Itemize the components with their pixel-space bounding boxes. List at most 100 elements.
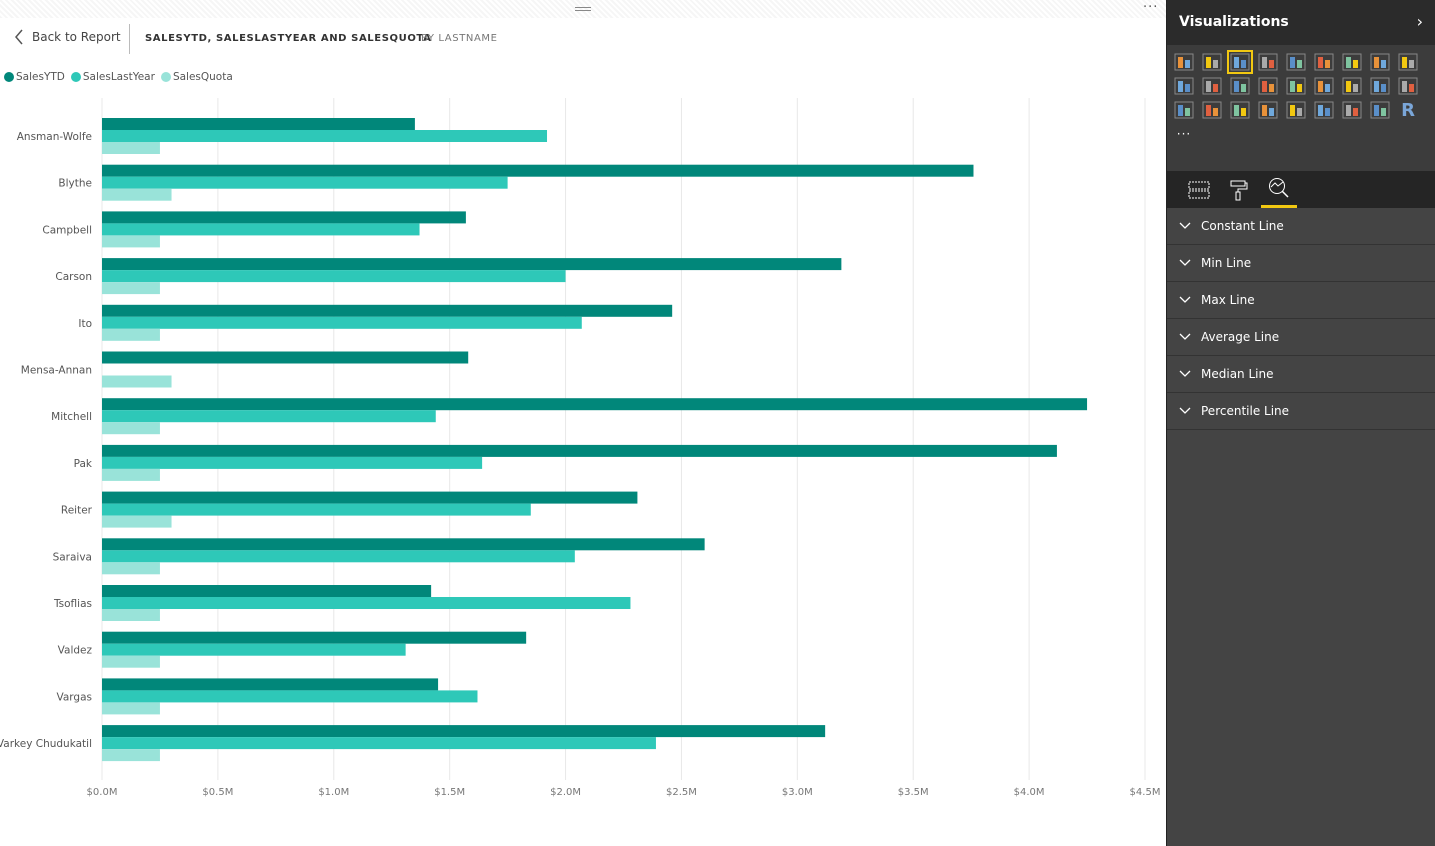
x-tick-label: $0.0M [87,787,118,798]
bar-salesytd-tsoflias[interactable] [102,585,432,597]
viz-ribbon-icon[interactable] [1229,76,1251,96]
bar-salesytd-ansman-wolfe[interactable] [102,118,415,130]
bar-saleslastyear-mitchell[interactable] [102,410,436,423]
item-label: Min Line [1201,256,1252,270]
analytics-item-constant-line[interactable]: Constant Line [1167,208,1435,245]
item-label: Median Line [1201,367,1274,381]
bar-salesquota-ito[interactable] [102,328,160,341]
bar-salesquota-vargas[interactable] [102,702,160,715]
drag-strip[interactable] [0,0,1166,18]
bar-saleslastyear-campbell[interactable] [102,223,420,236]
item-label: Constant Line [1201,219,1284,233]
bar-salesytd-pak[interactable] [102,444,1057,457]
bar-salesytd-valdez[interactable] [102,631,527,644]
legend-label: SalesYTD [16,71,65,83]
viz-100-stacked-column-icon[interactable] [1313,52,1335,72]
analytics-item-percentile-line[interactable]: Percentile Line [1167,393,1435,430]
viz-treemap-icon[interactable] [1313,76,1335,96]
bar-saleslastyear-reiter[interactable] [102,503,531,516]
viz-100-stacked-bar-icon[interactable] [1285,52,1307,72]
category-label: Ito [78,318,92,330]
bar-salesytd-mitchell[interactable] [102,398,1088,411]
viz-area-icon[interactable] [1369,52,1391,72]
viz-stacked-bar-icon[interactable] [1173,52,1195,72]
bar-salesquota-valdez[interactable] [102,655,160,668]
bar-salesquota-tsoflias[interactable] [102,609,160,621]
bar-salesytd-mensa-annan[interactable] [102,351,469,364]
viz-clustered-column-icon[interactable] [1257,52,1279,72]
viz-slicer-icon[interactable] [1341,100,1363,120]
tab-fields[interactable] [1181,171,1217,208]
bar-saleslastyear-vargas[interactable] [102,690,478,703]
bar-salesquota-reiter[interactable] [102,515,172,528]
category-label: Varkey Chudukatil [0,738,92,750]
bar-saleslastyear-tsoflias[interactable] [102,597,631,609]
legend-item-salesquota[interactable]: SalesQuota [160,71,233,83]
viz-kpi-icon[interactable] [1313,100,1335,120]
viz-card-icon[interactable] [1285,100,1307,120]
bar-salesytd-campbell[interactable] [102,211,466,224]
bar-salesquota-blythe[interactable] [102,188,172,201]
bar-salesquota-varkey-chudukatil[interactable] [102,749,160,762]
legend-item-saleslastyear[interactable]: SalesLastYear [70,71,155,83]
bar-salesquota-mitchell[interactable] [102,422,160,435]
viz-matrix-icon[interactable] [1397,76,1419,96]
bar-salesquota-saraiva[interactable] [102,562,160,575]
bar-saleslastyear-saraiva[interactable] [102,550,575,563]
chevron-down-icon [1179,333,1191,340]
viz-line-icon[interactable] [1341,52,1363,72]
category-label: Mensa-Annan [21,365,92,377]
viz-scatter-icon[interactable] [1257,76,1279,96]
legend-dot [4,72,14,82]
viz-line-clustered-column-icon[interactable] [1201,76,1223,96]
viz-r-script-icon[interactable]: R [1397,100,1419,121]
more-options-icon[interactable]: ··· [1143,0,1158,15]
viz-stacked-column-icon[interactable] [1201,52,1223,72]
viz-clustered-bar-icon[interactable] [1227,50,1253,74]
viz-multirow-card-icon[interactable] [1257,100,1279,120]
viz-pie-icon[interactable] [1285,76,1307,96]
tab-format[interactable] [1221,171,1257,208]
chevron-right-icon[interactable]: › [1417,12,1423,31]
bar-saleslastyear-carson[interactable] [102,270,566,283]
viz-line-stacked-column-icon[interactable] [1173,76,1195,96]
viz-donut-icon[interactable] [1369,100,1391,120]
category-label: Carson [55,271,92,283]
bar-chart: $0.0M $0.5M $1.0M $1.5M $2.0M $2.5M $3.0M $3.5M… [0,98,1161,798]
category-label: Blythe [58,178,92,190]
bar-saleslastyear-blythe[interactable] [102,176,508,189]
viz-stacked-area-icon[interactable] [1397,52,1419,72]
bar-saleslastyear-pak[interactable] [102,456,483,469]
bar-saleslastyear-ito[interactable] [102,316,582,329]
bar-salesquota-carson[interactable] [102,282,160,295]
bar-saleslastyear-varkey-chudukatil[interactable] [102,737,656,750]
bar-salesytd-blythe[interactable] [102,164,974,177]
bar-saleslastyear-valdez[interactable] [102,643,406,656]
viz-more-icon[interactable]: ··· [1173,124,1195,144]
analytics-item-average-line[interactable]: Average Line [1167,319,1435,356]
analytics-item-min-line[interactable]: Min Line [1167,245,1435,282]
bar-salesquota-pak[interactable] [102,468,160,481]
bar-saleslastyear-ansman-wolfe[interactable] [102,130,548,142]
bar-salesytd-vargas[interactable] [102,678,439,691]
viz-funnel-icon[interactable] [1201,100,1223,120]
bar-salesytd-reiter[interactable] [102,491,638,504]
viz-table-icon[interactable] [1369,76,1391,96]
viz-filled-map-icon[interactable] [1173,100,1195,120]
bar-salesytd-saraiva[interactable] [102,538,705,551]
analytics-item-median-line[interactable]: Median Line [1167,356,1435,393]
viz-gauge-icon[interactable] [1229,100,1251,120]
viz-map-icon[interactable] [1341,76,1363,96]
bar-salesquota-ansman-wolfe[interactable] [102,142,160,154]
analytics-item-max-line[interactable]: Max Line [1167,282,1435,319]
back-to-report-button[interactable]: Back to Report [14,29,121,45]
bar-salesytd-varkey-chudukatil[interactable] [102,725,826,738]
bar-salesquota-mensa-annan[interactable] [102,375,172,388]
tab-analytics[interactable] [1261,171,1297,208]
grip-icon[interactable] [575,7,591,11]
bar-salesquota-campbell[interactable] [102,235,160,248]
bar-salesytd-ito[interactable] [102,304,673,317]
x-tick-label: $4.5M [1130,787,1161,798]
legend-item-salesytd[interactable]: SalesYTD [4,71,65,83]
bar-salesytd-carson[interactable] [102,258,842,271]
